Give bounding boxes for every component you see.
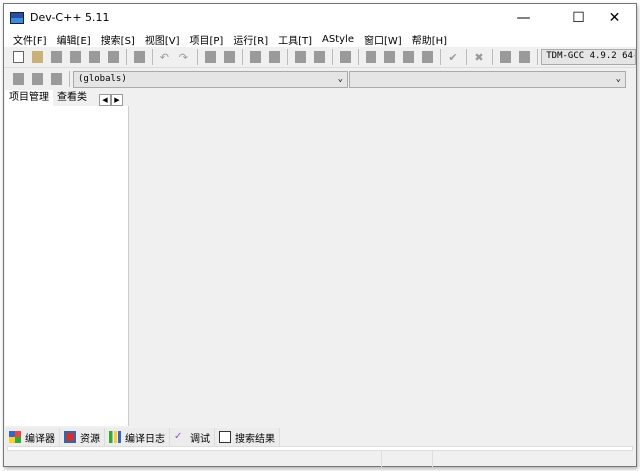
separator (331, 49, 333, 65)
separator (492, 49, 494, 65)
compiler-select[interactable]: TDM-GCC 4.9.2 64-bit Release (541, 49, 637, 65)
tab-scroll-right[interactable]: ▶ (111, 94, 123, 106)
tab-compile-log[interactable]: 编译日志 (105, 428, 170, 446)
stop-icon[interactable]: ✖ (474, 51, 485, 64)
undo-icon[interactable]: ↶ (160, 51, 171, 64)
compile-icon[interactable] (365, 51, 377, 63)
save-all-icon[interactable] (69, 51, 81, 63)
status-cell (382, 451, 433, 467)
tab-search-results[interactable]: 搜索结果 (215, 428, 280, 446)
compiler-icon (9, 431, 21, 443)
class-toolbar: (globals) ⌄ ⌄ (4, 68, 636, 90)
rebuild-icon[interactable] (422, 51, 434, 63)
main-toolbar: ↶ ↷ ✔ ✖ TDM-GCC 4.9.2 64-bit Release (4, 47, 637, 68)
separator (69, 71, 70, 87)
resources-icon (64, 431, 76, 443)
tab-label: 资源 (80, 433, 100, 445)
redo-icon[interactable]: ↷ (179, 51, 190, 64)
menu-astyle[interactable]: AStyle (317, 34, 359, 45)
chevron-down-icon: ⌄ (337, 74, 343, 84)
menu-bar: 文件[F] 编辑[E] 搜索[S] 视图[V] 项目[P] 运行[R] 工具[T… (4, 31, 636, 47)
status-cell (433, 451, 635, 467)
bottom-tabs: 编译器 资源 编译日志 ✓ 调试 搜索结果 (5, 428, 280, 446)
toggle-bookmark-icon[interactable] (32, 73, 43, 85)
insert-icon[interactable] (13, 73, 24, 85)
status-bar (5, 451, 635, 467)
separator (357, 49, 359, 65)
close-button[interactable]: ✕ (592, 4, 637, 31)
tab-debug[interactable]: ✓ 调试 (170, 428, 215, 446)
menu-run[interactable]: 运行[R] (228, 32, 273, 47)
left-panel-tabs: 项目管理 查看类 ◀ ▶ (5, 90, 123, 106)
minimize-button[interactable]: — (501, 4, 546, 31)
tab-classes[interactable]: 查看类 (53, 90, 91, 106)
find-icon[interactable] (204, 51, 216, 63)
menu-tools[interactable]: 工具[T] (273, 32, 317, 47)
menu-project[interactable]: 项目[P] (185, 32, 229, 47)
separator (196, 49, 198, 65)
separator (537, 49, 539, 65)
project-options-icon[interactable] (339, 51, 351, 63)
run-icon[interactable] (384, 51, 396, 63)
print-icon[interactable] (133, 51, 145, 63)
goto-icon[interactable] (249, 51, 261, 63)
menu-file[interactable]: 文件[F] (8, 32, 52, 47)
close-file-icon[interactable] (88, 51, 100, 63)
new-file-icon[interactable] (13, 51, 24, 63)
project-add-icon[interactable] (294, 51, 306, 63)
scope-select[interactable]: (globals) ⌄ (73, 70, 348, 88)
delete-profile-icon[interactable] (519, 51, 531, 63)
separator (466, 49, 468, 65)
chevron-down-icon: ⌄ (615, 74, 621, 84)
close-all-icon[interactable] (107, 51, 119, 63)
tab-resources[interactable]: 资源 (60, 428, 105, 446)
separator (125, 49, 127, 65)
window-title: Dev-C++ 5.11 (30, 11, 110, 24)
title-bar: Dev-C++ 5.11 — ☐ ✕ (4, 4, 636, 31)
menu-help[interactable]: 帮助[H] (407, 32, 452, 47)
check-icon: ✓ (174, 431, 183, 442)
compile-run-icon[interactable] (403, 51, 415, 63)
separator (286, 49, 288, 65)
separator (151, 49, 153, 65)
project-tree[interactable] (5, 106, 129, 426)
status-cell (5, 451, 382, 467)
tab-scroll-left[interactable]: ◀ (99, 94, 111, 106)
goto-bookmark-icon[interactable] (51, 73, 62, 85)
menu-window[interactable]: 窗口[W] (359, 32, 407, 47)
menu-edit[interactable]: 编辑[E] (52, 32, 96, 47)
search-icon (219, 431, 231, 443)
profile-icon[interactable] (500, 51, 512, 63)
replace-icon[interactable] (223, 51, 235, 63)
scope-value: (globals) (78, 74, 127, 84)
member-select[interactable]: ⌄ (349, 70, 626, 88)
project-remove-icon[interactable] (313, 51, 325, 63)
indent-icon[interactable] (268, 51, 280, 63)
tab-label: 编译日志 (125, 433, 165, 445)
open-file-icon[interactable] (31, 51, 43, 63)
tab-project[interactable]: 项目管理 (5, 90, 53, 106)
separator (241, 49, 243, 65)
menu-search[interactable]: 搜索[S] (96, 32, 140, 47)
tab-label: 搜索结果 (235, 433, 275, 445)
chart-icon (109, 431, 121, 443)
tab-compiler[interactable]: 编译器 (5, 428, 60, 446)
menu-view[interactable]: 视图[V] (140, 32, 185, 47)
tab-label: 调试 (190, 433, 210, 445)
main-window: Dev-C++ 5.11 — ☐ ✕ 文件[F] 编辑[E] 搜索[S] 视图[… (3, 3, 637, 467)
app-icon (10, 11, 24, 24)
separator (440, 49, 442, 65)
check-syntax-icon[interactable]: ✔ (448, 51, 459, 64)
tab-label: 编译器 (25, 433, 55, 445)
save-icon[interactable] (50, 51, 62, 63)
